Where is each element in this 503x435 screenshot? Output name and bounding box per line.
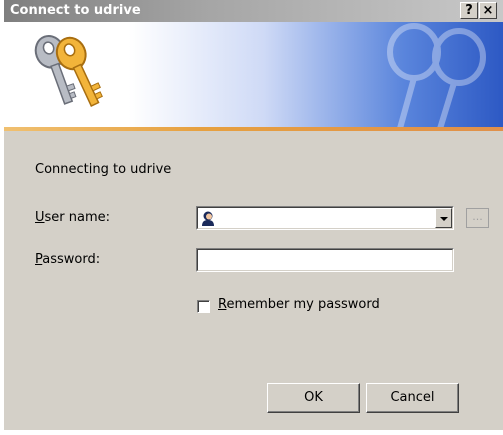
username-label-rest: ser name: bbox=[44, 210, 111, 225]
title-bar[interactable]: Connect to udrive ? × bbox=[4, 0, 503, 22]
chevron-down-icon[interactable] bbox=[435, 208, 452, 228]
remember-password-checkbox[interactable] bbox=[197, 300, 210, 313]
ok-button[interactable]: OK bbox=[267, 383, 360, 413]
username-combobox[interactable] bbox=[196, 206, 454, 230]
banner bbox=[4, 22, 503, 127]
watermark-keys-icon bbox=[387, 23, 486, 127]
username-label-accel: U bbox=[35, 210, 45, 225]
browse-credentials-button[interactable]: ... bbox=[466, 208, 489, 228]
connecting-text: Connecting to udrive bbox=[35, 162, 172, 177]
user-icon bbox=[202, 211, 214, 226]
banner-stripe bbox=[4, 127, 503, 131]
username-combobox-inner bbox=[197, 207, 453, 229]
close-button[interactable]: × bbox=[479, 2, 497, 19]
cancel-button[interactable]: Cancel bbox=[366, 383, 459, 413]
username-label: User name: bbox=[35, 210, 110, 225]
help-button[interactable]: ? bbox=[460, 2, 478, 19]
remember-label-rest: emember my password bbox=[226, 297, 380, 312]
password-label-rest: assword: bbox=[42, 252, 101, 267]
password-field-inner bbox=[197, 249, 453, 271]
keys-icon bbox=[34, 34, 103, 107]
password-label: Password: bbox=[35, 252, 100, 267]
password-field[interactable] bbox=[196, 248, 454, 272]
connect-dialog: Connect to udrive ? × Connecting to udri… bbox=[4, 0, 503, 430]
remember-password-label[interactable]: Remember my password bbox=[218, 297, 380, 312]
window-title: Connect to udrive bbox=[10, 3, 141, 18]
